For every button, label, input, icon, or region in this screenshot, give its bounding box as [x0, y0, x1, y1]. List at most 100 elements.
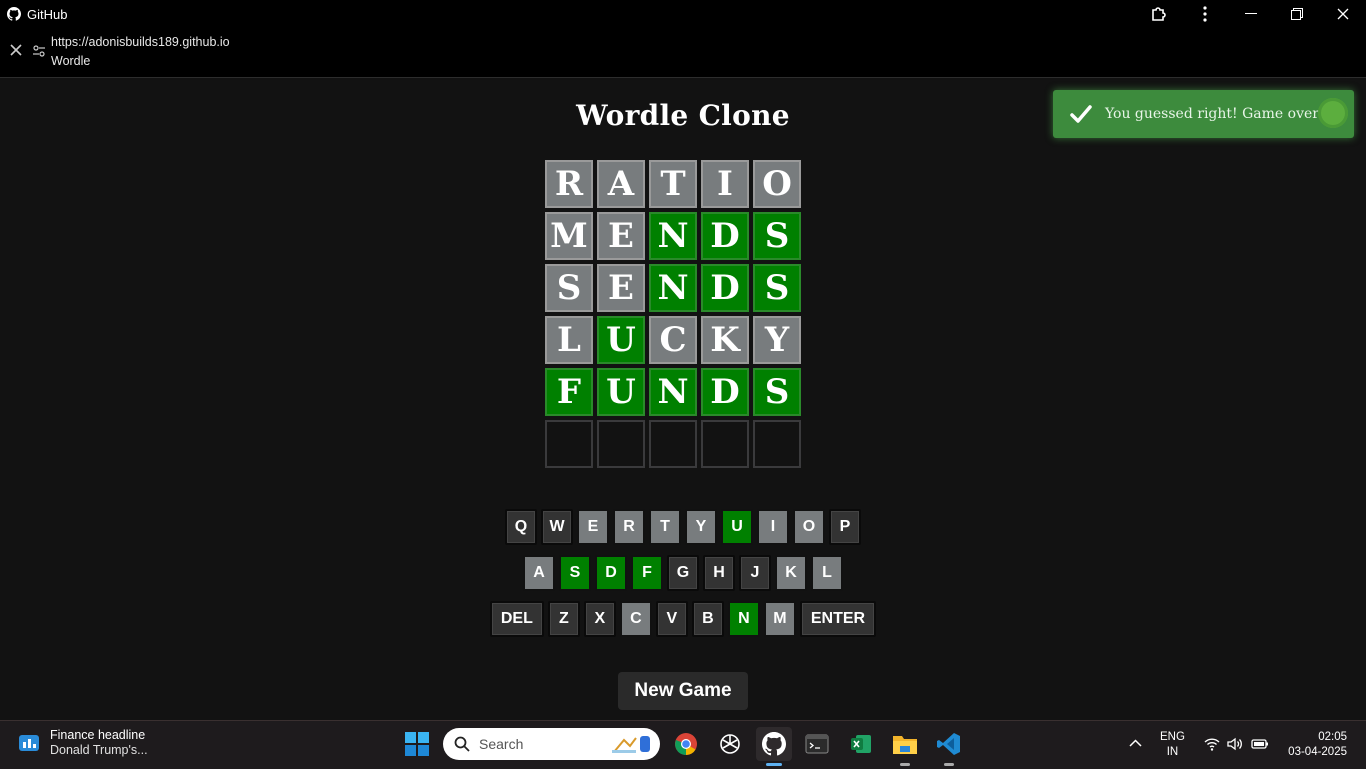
- key-v[interactable]: V: [655, 601, 688, 637]
- news-widget[interactable]: Finance headline Donald Trump's...: [18, 728, 148, 757]
- key-i[interactable]: I: [757, 509, 789, 545]
- letter-tile: C: [649, 316, 697, 364]
- empty-tile: [649, 420, 697, 468]
- restore-icon: [1291, 8, 1303, 20]
- letter-tile: S: [753, 264, 801, 312]
- letter-tile: K: [701, 316, 749, 364]
- new-game-button[interactable]: New Game: [618, 672, 748, 710]
- key-k[interactable]: K: [775, 555, 807, 591]
- key-p[interactable]: P: [829, 509, 861, 545]
- pwa-url-bar: https://adonisbuilds189.github.io Wordle: [0, 28, 1366, 78]
- close-icon[interactable]: [9, 43, 23, 57]
- taskbar-file-explorer[interactable]: [887, 727, 923, 766]
- empty-tile: [545, 420, 593, 468]
- key-z[interactable]: Z: [547, 601, 580, 637]
- letter-tile: Y: [753, 316, 801, 364]
- vscode-icon: [937, 733, 960, 755]
- letter-tile: L: [545, 316, 593, 364]
- puzzle-icon: [1152, 7, 1166, 21]
- key-e[interactable]: E: [577, 509, 609, 545]
- key-t[interactable]: T: [649, 509, 681, 545]
- running-indicator: [900, 763, 910, 766]
- toast-spinner-icon: [1318, 98, 1348, 128]
- file-explorer-icon: [893, 736, 917, 754]
- search-highlight-icon: [612, 736, 650, 753]
- widget-subtitle: Donald Trump's...: [50, 743, 148, 757]
- key-del[interactable]: DEL: [489, 601, 544, 637]
- system-clock[interactable]: 02:05 03-04-2025: [1288, 730, 1347, 760]
- keyboard-row: ASDFGHJKL: [0, 555, 1366, 591]
- key-a[interactable]: A: [523, 555, 555, 591]
- keyboard-row: DEL Z X C V B N M ENTER: [0, 601, 1366, 637]
- on-screen-keyboard: Q W E R T Y U I O P A S D F G H J K L DEL Z X C V B N M ENTER: [0, 509, 1366, 647]
- key-n[interactable]: N: [727, 601, 760, 637]
- taskbar-search[interactable]: Search: [443, 728, 660, 760]
- board-row: [545, 420, 825, 468]
- windows-taskbar: Finance headline Donald Trump's... Searc…: [0, 720, 1366, 769]
- volume-icon[interactable]: [1227, 737, 1243, 751]
- letter-tile: U: [597, 316, 645, 364]
- key-o[interactable]: O: [793, 509, 825, 545]
- key-c[interactable]: C: [619, 601, 652, 637]
- language-indicator[interactable]: ENG IN: [1160, 730, 1185, 760]
- key-b[interactable]: B: [691, 601, 724, 637]
- wifi-icon[interactable]: [1204, 737, 1220, 751]
- checkmark-icon: [1070, 105, 1092, 123]
- url-text: https://adonisbuilds189.github.io: [51, 35, 230, 49]
- key-l[interactable]: L: [811, 555, 843, 591]
- terminal-icon: [805, 734, 829, 754]
- key-u[interactable]: U: [721, 509, 753, 545]
- close-icon: [1337, 8, 1349, 20]
- taskbar-chatgpt[interactable]: [712, 727, 748, 761]
- letter-tile: T: [649, 160, 697, 208]
- key-s[interactable]: S: [559, 555, 591, 591]
- taskbar-chrome[interactable]: [668, 727, 704, 761]
- site-settings-icon[interactable]: [32, 44, 46, 58]
- taskbar-excel[interactable]: [843, 727, 879, 761]
- keyboard-row: QWERTYUIOP: [0, 509, 1366, 545]
- letter-tile: S: [753, 212, 801, 260]
- close-window-button[interactable]: [1320, 0, 1366, 28]
- key-d[interactable]: D: [595, 555, 627, 591]
- region-code: IN: [1166, 746, 1179, 758]
- key-j[interactable]: J: [739, 555, 771, 591]
- extensions-button[interactable]: [1136, 0, 1182, 28]
- key-m[interactable]: M: [763, 601, 796, 637]
- key-f[interactable]: F: [631, 555, 663, 591]
- restore-button[interactable]: [1274, 0, 1320, 28]
- window-titlebar: GitHub: [0, 0, 1366, 28]
- key-h[interactable]: H: [703, 555, 735, 591]
- key-enter[interactable]: ENTER: [799, 601, 877, 637]
- more-vertical-icon: [1203, 6, 1207, 22]
- minimize-button[interactable]: [1228, 0, 1274, 28]
- page-title: Wordle: [51, 54, 91, 68]
- letter-tile: O: [753, 160, 801, 208]
- letter-tile: N: [649, 368, 697, 416]
- letter-tile: F: [545, 368, 593, 416]
- more-menu-button[interactable]: [1182, 0, 1228, 28]
- running-indicator: [944, 763, 954, 766]
- battery-icon[interactable]: [1251, 737, 1269, 751]
- app-title: GitHub: [7, 7, 67, 22]
- empty-tile: [753, 420, 801, 468]
- toast-message: You guessed right! Game over!: [1105, 106, 1325, 122]
- key-x[interactable]: X: [583, 601, 616, 637]
- language-code: ENG: [1160, 731, 1185, 743]
- chevron-up-icon[interactable]: [1129, 739, 1142, 747]
- letter-tile: U: [597, 368, 645, 416]
- taskbar-github[interactable]: [756, 727, 792, 766]
- taskbar-vscode[interactable]: [931, 727, 967, 766]
- key-y[interactable]: Y: [685, 509, 717, 545]
- windows-start-icon[interactable]: [405, 732, 429, 756]
- key-r[interactable]: R: [613, 509, 645, 545]
- game-board: RATIOMENDSSENDSLUCKYFUNDS: [545, 160, 825, 472]
- key-q[interactable]: Q: [505, 509, 537, 545]
- letter-tile: D: [701, 212, 749, 260]
- key-g[interactable]: G: [667, 555, 699, 591]
- taskbar-terminal[interactable]: [799, 727, 835, 761]
- search-placeholder: Search: [479, 736, 524, 752]
- finance-widget-icon: [19, 734, 39, 751]
- empty-tile: [701, 420, 749, 468]
- key-w[interactable]: W: [541, 509, 573, 545]
- letter-tile: S: [753, 368, 801, 416]
